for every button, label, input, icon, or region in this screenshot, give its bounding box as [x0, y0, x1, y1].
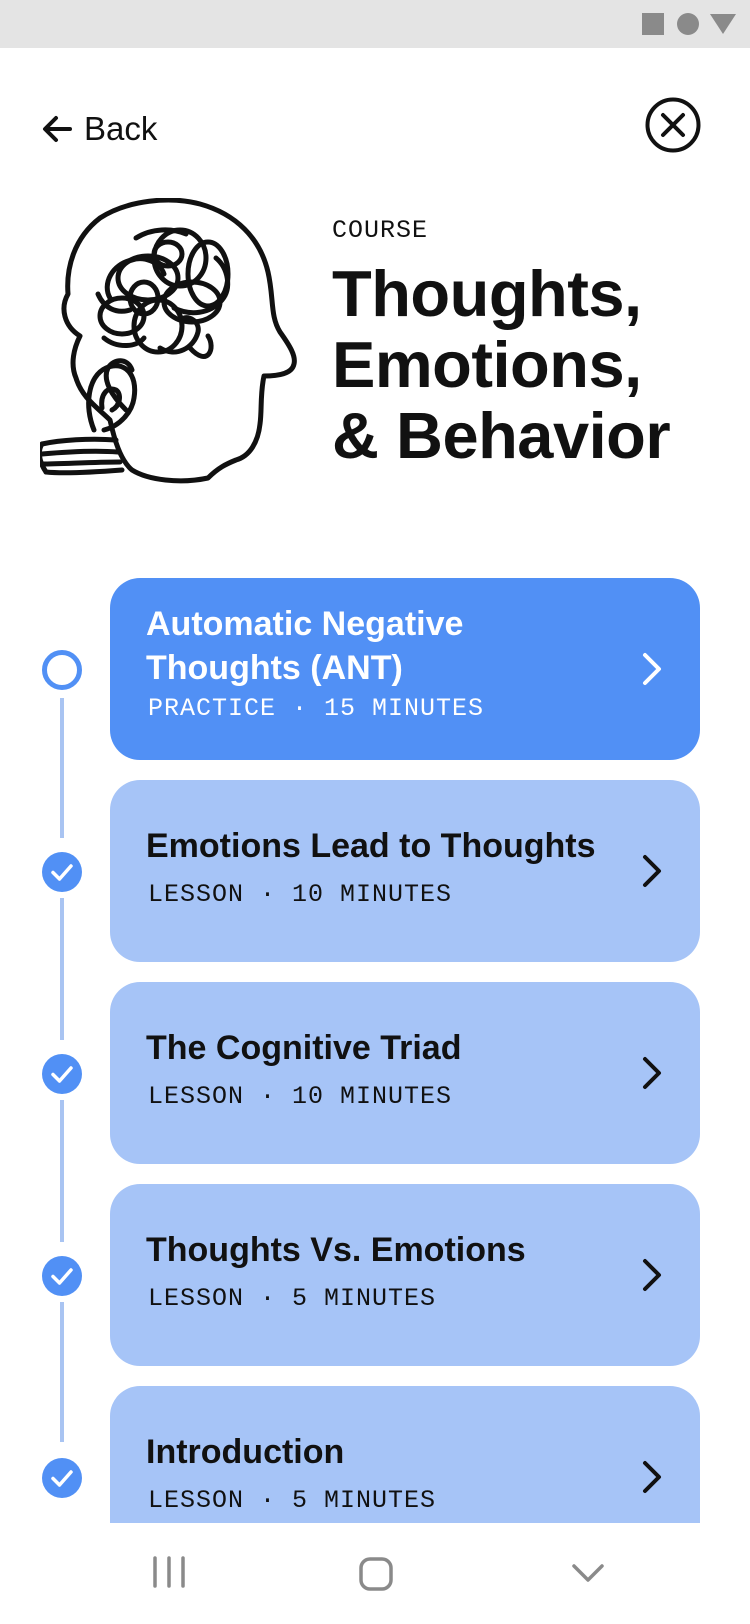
head-scribble-illustration — [40, 198, 297, 484]
status-square-icon — [642, 13, 664, 35]
course-title-line: Emotions, — [332, 328, 642, 401]
lesson-card-the-cognitive-triad[interactable]: The Cognitive Triad LESSON · 10 MINUTES — [110, 982, 700, 1164]
close-button[interactable] — [644, 96, 702, 154]
status-triangle-icon — [710, 14, 736, 34]
lesson-title: The Cognitive Triad — [146, 1029, 462, 1067]
lesson-meta: LESSON · 10 MINUTES — [148, 1082, 453, 1111]
lesson-meta: PRACTICE · 15 MINUTES — [148, 694, 485, 723]
lesson-title: Automatic Negative Thoughts (ANT) — [146, 605, 464, 687]
nav-back-icon[interactable] — [570, 1560, 606, 1586]
lesson-list: Automatic Negative Thoughts (ANT) PRACTI… — [0, 560, 750, 1523]
back-label: Back — [84, 110, 158, 147]
chevron-right-icon — [643, 855, 661, 887]
lesson-card-thoughts-vs-emotions[interactable]: Thoughts Vs. Emotions LESSON · 5 MINUTES — [110, 1184, 700, 1366]
chevron-right-icon — [643, 1461, 661, 1493]
status-circle-icon — [677, 13, 699, 35]
arrow-left-icon — [43, 116, 72, 142]
chevron-right-icon — [643, 653, 661, 685]
course-title-line: & Behavior — [332, 399, 671, 472]
lesson-card-introduction[interactable]: Introduction LESSON · 5 MINUTES — [110, 1386, 700, 1523]
back-button[interactable]: Back — [40, 104, 157, 154]
lesson-title: Introduction — [146, 1433, 345, 1471]
home-icon[interactable] — [358, 1556, 394, 1592]
chevron-right-icon — [643, 1259, 661, 1291]
lesson-card-emotions-lead-to-thoughts[interactable]: Emotions Lead to Thoughts LESSON · 10 MI… — [110, 780, 700, 962]
chevron-right-icon — [643, 1057, 661, 1089]
lesson-meta: LESSON · 5 MINUTES — [148, 1284, 437, 1313]
lesson-title: Thoughts Vs. Emotions — [146, 1231, 526, 1269]
recents-icon[interactable] — [152, 1556, 186, 1588]
lesson-meta: LESSON · 10 MINUTES — [148, 880, 453, 909]
course-label: COURSE — [332, 216, 429, 245]
lesson-card-automatic-negative-thoughts[interactable]: Automatic Negative Thoughts (ANT) PRACTI… — [110, 578, 700, 760]
lesson-meta: LESSON · 5 MINUTES — [148, 1486, 437, 1515]
lesson-title: Emotions Lead to Thoughts — [146, 827, 596, 865]
course-title-line: Thoughts, — [332, 257, 642, 330]
course-title: Thoughts, Emotions, & Behavior — [332, 258, 732, 471]
status-bar — [0, 0, 750, 48]
